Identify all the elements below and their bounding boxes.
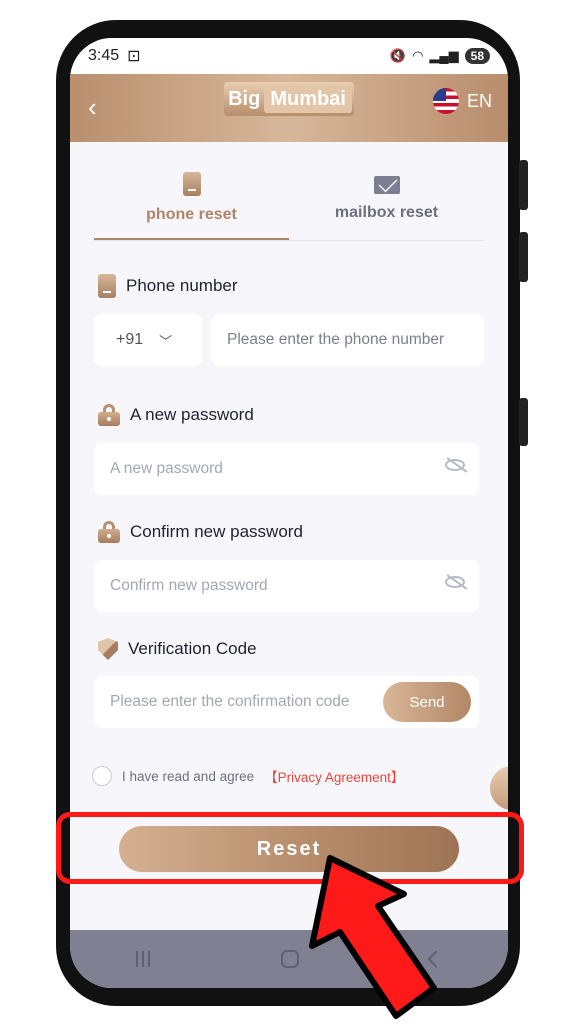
agreement-text: I have read and agree [122,768,255,784]
confirm-password-input[interactable]: Confirm new password [94,560,479,612]
home-icon[interactable] [280,950,299,968]
language-label: EN [466,90,492,111]
battery-indicator: 58 [464,48,490,64]
power-button [519,398,528,446]
phone-number-label: Phone number [126,276,238,295]
phone-icon [98,274,116,298]
verification-code-input[interactable]: Please enter the confirmation code Send [94,676,479,728]
status-bar: 3:45 ⊡ 🔇 ◠ ▂▄▆ 58 [70,38,508,74]
new-password-heading: A new password [98,404,254,426]
confirm-password-label: Confirm new password [130,522,303,541]
phone-number-input[interactable]: Please enter the phone number [211,314,484,366]
signal-icon: ▂▄▆ [429,48,459,63]
shield-icon [98,638,118,660]
send-code-button[interactable]: Send [383,682,471,722]
pointer-arrow-icon [309,855,437,1019]
verification-label: Verification Code [128,639,257,658]
us-flag-icon [432,88,459,114]
agree-checkbox[interactable] [92,766,112,786]
mail-icon [373,176,400,194]
eye-hidden-icon[interactable] [445,459,465,471]
app-logo: Big Mumbai [224,82,354,116]
reset-method-tabs: phone reset mailbox reset [94,158,484,241]
new-password-input[interactable]: A new password [94,443,479,495]
new-password-placeholder: A new password [110,460,223,477]
country-code-selector[interactable]: +91 ﹀ [94,314,202,366]
tab-mailbox-reset[interactable]: mailbox reset [289,158,484,240]
logo-text-big: Big [228,87,261,110]
lock-icon [98,404,120,426]
back-arrow-icon[interactable]: ‹ [88,92,97,123]
verification-placeholder: Please enter the confirmation code [110,693,350,710]
lock-icon [98,521,120,543]
phone-number-placeholder: Please enter the phone number [227,331,445,348]
phone-number-heading: Phone number [98,274,238,298]
verification-heading: Verification Code [98,638,257,660]
language-selector[interactable]: EN [432,88,492,114]
sim-card-icon [182,172,201,196]
status-time: 3:45 [88,47,120,64]
app-header: ‹ Big Mumbai EN [70,74,508,142]
highlight-box [56,812,524,884]
android-nav-bar [70,930,508,988]
logo-text-mumbai: Mumbai [264,85,352,113]
wifi-icon: ◠ [412,48,424,63]
new-password-label: A new password [130,405,254,424]
confirm-password-placeholder: Confirm new password [110,577,268,594]
privacy-agreement-link[interactable]: 【Privacy Agreement】 [264,766,404,786]
chevron-down-icon: ﹀ [159,333,173,349]
screenshot-icon: ⊡ [127,48,141,65]
volume-down-button [519,232,528,282]
country-code-value: +91 [116,331,144,348]
eye-hidden-icon[interactable] [445,576,465,588]
tab-mailbox-reset-label: mailbox reset [334,204,439,221]
confirm-password-heading: Confirm new password [98,521,303,543]
recent-apps-icon[interactable] [135,951,150,967]
agreement-row: I have read and agree 【Privacy Agreement… [92,766,404,786]
mute-icon: 🔇 [389,48,407,63]
tab-phone-reset-label: phone reset [146,206,237,223]
tab-phone-reset[interactable]: phone reset [94,158,289,240]
floating-service-button[interactable] [490,766,508,810]
volume-up-button [519,160,528,210]
